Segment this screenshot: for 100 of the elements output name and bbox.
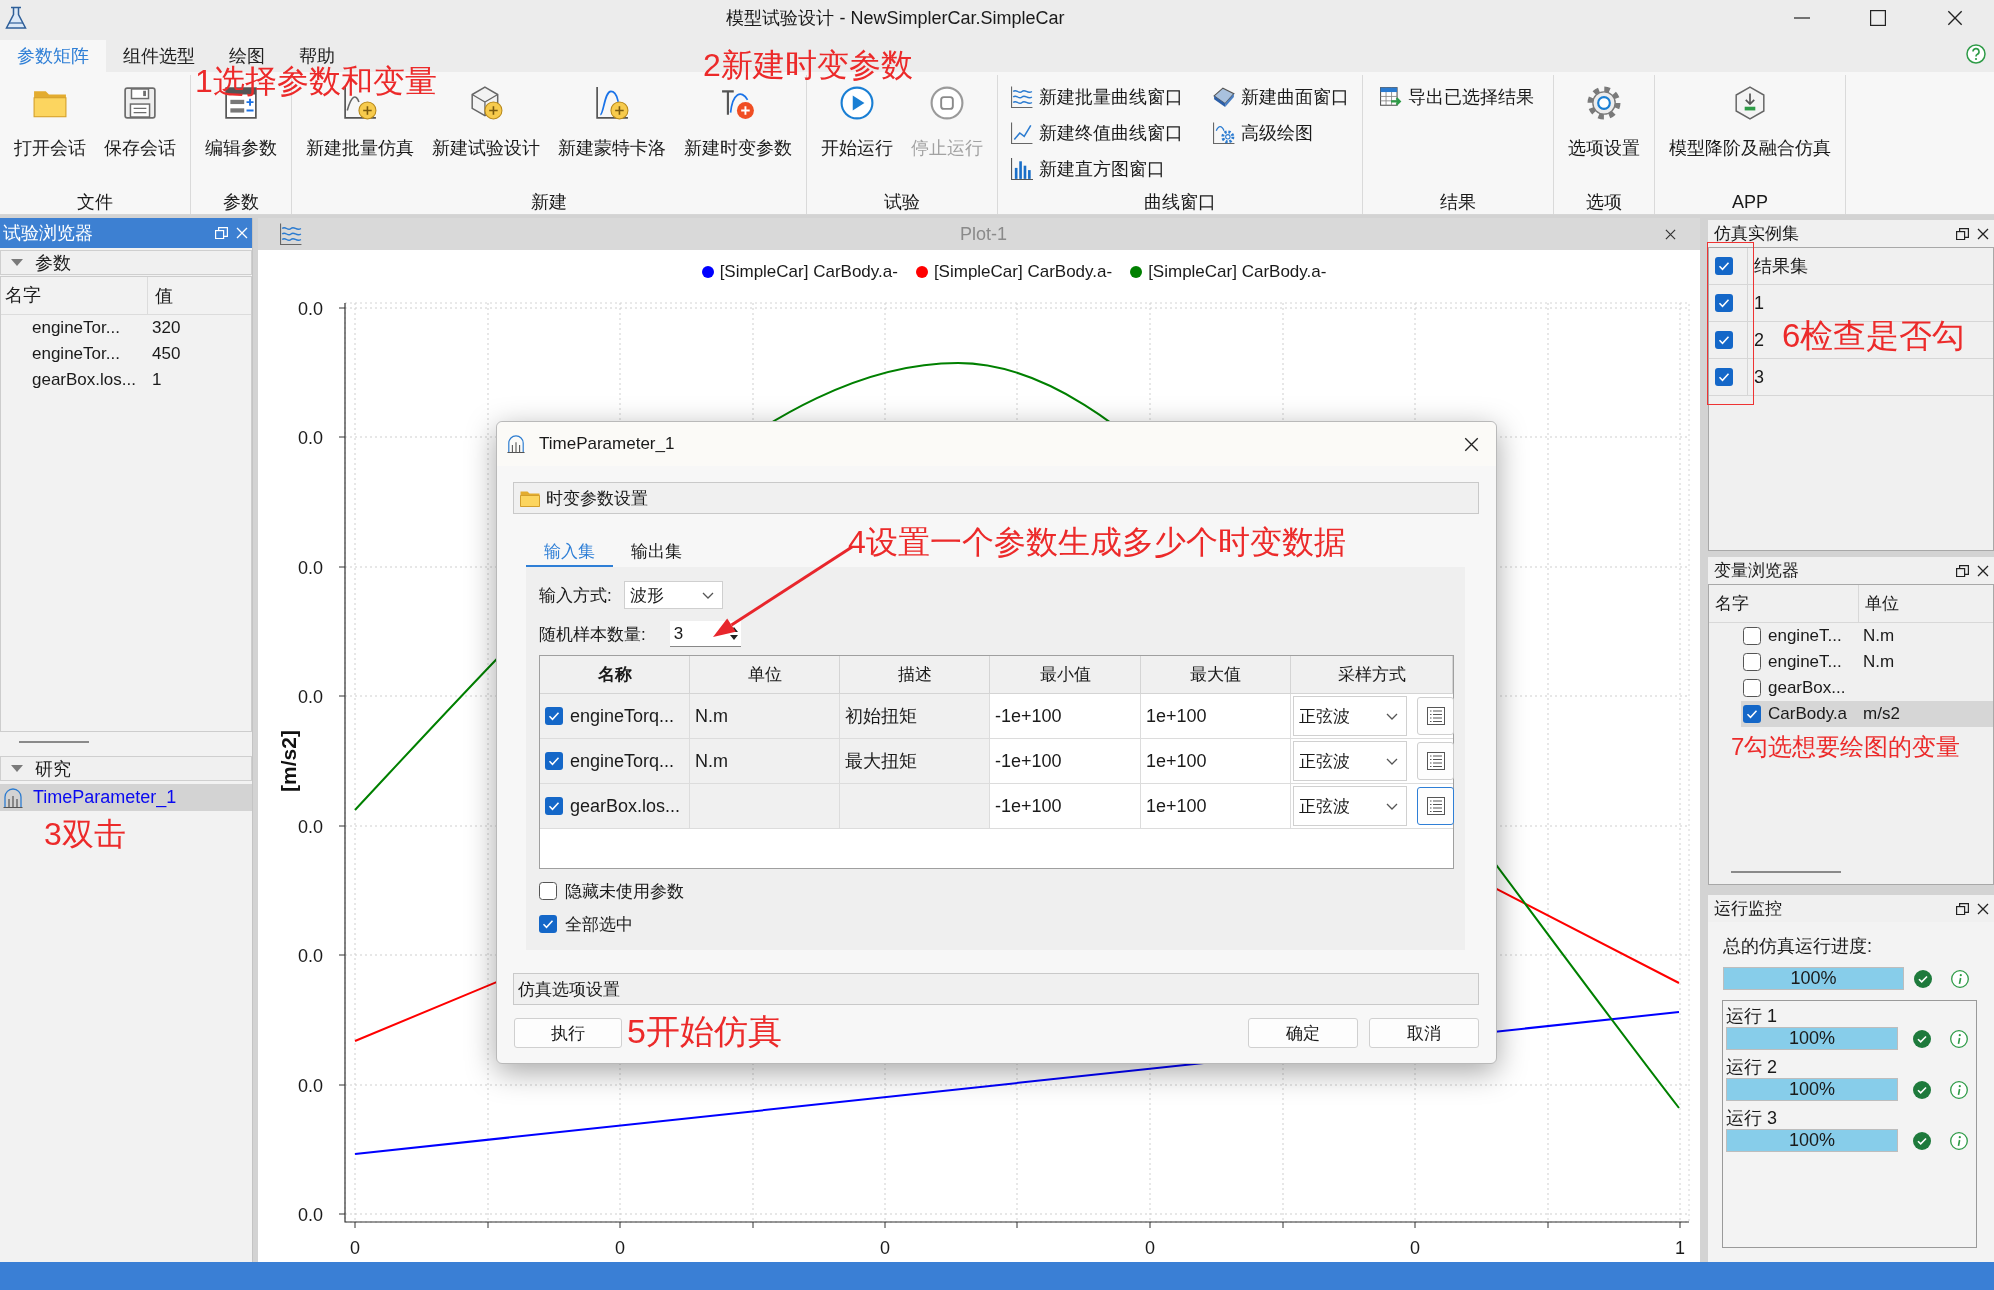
scrollbar-handle[interactable] [1731, 871, 1841, 873]
list-icon [1426, 752, 1445, 770]
ribbon-button[interactable]: 新建曲面窗口 [1213, 79, 1349, 115]
cancel-button[interactable]: 取消 [1369, 1018, 1479, 1048]
chevron-icon [701, 591, 714, 599]
table-cell: 初始扭矩 [840, 694, 990, 738]
caret-icon[interactable] [11, 765, 23, 772]
column-header: 最小值 [990, 656, 1141, 693]
sampling-dropdown[interactable]: 正弦波 [1293, 741, 1407, 781]
close-icon[interactable] [1464, 436, 1479, 452]
checkbox[interactable] [1743, 653, 1761, 671]
chevron-icon [1386, 757, 1398, 765]
checkbox[interactable] [1715, 257, 1733, 275]
arch-bars-icon [3, 787, 23, 808]
close-icon[interactable] [1977, 564, 1989, 577]
axis-tick-label: 0.0 [298, 558, 324, 578]
ribbon-button[interactable]: 新建蒙特卡洛 [549, 86, 675, 190]
dialog-title: TimeParameter_1 [539, 434, 675, 454]
column-header: 单位 [1864, 593, 1899, 615]
ribbon-button[interactable]: 模型降阶及融合仿真 [1660, 86, 1840, 190]
stop-icon [930, 86, 964, 120]
table-cell-text: engineTor... [31, 318, 121, 338]
checkbox[interactable] [1743, 705, 1761, 723]
close-icon[interactable] [1977, 227, 1989, 240]
ribbon-button[interactable]: 高级绘图 [1213, 115, 1349, 151]
execute-button[interactable]: 执行 [514, 1018, 622, 1048]
close-icon[interactable] [1665, 228, 1676, 240]
info-icon[interactable] [1950, 1080, 1968, 1099]
caret-icon[interactable] [11, 259, 23, 266]
sampling-dropdown[interactable]: 正弦波 [1293, 696, 1407, 736]
checkbox[interactable] [545, 752, 563, 770]
input-mode-dropdown[interactable]: 波形 [623, 581, 723, 609]
scrollbar-handle[interactable] [19, 741, 89, 743]
help-icon[interactable] [1966, 44, 1986, 64]
restore-icon[interactable] [1956, 227, 1969, 240]
annotation-note: 5开始仿真 [627, 1013, 782, 1051]
checkbox[interactable] [539, 882, 557, 900]
checkbox[interactable] [1715, 294, 1733, 312]
table-row[interactable]: engineT... N.m [1741, 649, 1993, 675]
plot-title: Plot-1 [960, 223, 1007, 245]
ribbon-button[interactable]: 打开会话 [5, 86, 95, 190]
hexagon-download-icon [1733, 86, 1767, 120]
ribbon-button[interactable]: 新建时变参数 [675, 86, 801, 190]
panel-title: 变量浏览器 [1714, 560, 1799, 582]
ribbon-button[interactable]: 开始运行 [812, 86, 902, 190]
ribbon-button[interactable]: 保存会话 [95, 86, 185, 190]
column-header: 值 [154, 284, 173, 308]
section-title: 仿真选项设置 [518, 978, 620, 1001]
progress-label: 总的仿真运行进度: [1723, 935, 1873, 957]
info-icon[interactable] [1950, 1029, 1968, 1048]
table-row[interactable]: CarBody.a m/s2 [1741, 701, 1993, 727]
table-cell-text: engineT... [1768, 626, 1843, 646]
table-row[interactable]: engineT... N.m [1741, 623, 1993, 649]
info-icon[interactable] [1951, 969, 1969, 988]
checkbox-label: 隐藏未使用参数 [565, 880, 684, 903]
ribbon-tab[interactable]: 参数矩阵 [0, 40, 106, 72]
annotation-note: 3双击 [44, 817, 126, 853]
panel-title: 试验浏览器 [3, 222, 93, 245]
checkbox[interactable] [545, 797, 563, 815]
spinner-arrows-icon[interactable] [728, 626, 739, 641]
close-icon[interactable] [1977, 902, 1989, 915]
table-export-icon [1380, 86, 1402, 108]
checkbox[interactable] [1715, 368, 1733, 386]
group-label: 曲线窗口 [1143, 191, 1217, 214]
annotation-note: 4设置一个参数生成多少个时变数据 [848, 525, 1346, 561]
parameter-name: engineTorq... [570, 705, 675, 727]
ok-button[interactable]: 确定 [1248, 1018, 1358, 1048]
list-button[interactable] [1417, 787, 1454, 825]
group-label: 参数 [222, 191, 260, 214]
ribbon-button[interactable]: 新建终值曲线窗口 [1011, 115, 1183, 151]
checkbox[interactable] [539, 915, 557, 933]
ribbon-button[interactable]: 新建直方图窗口 [1011, 151, 1183, 187]
legend-label: [SimpleCar] CarBody.a- [1148, 262, 1327, 282]
restore-icon[interactable] [1956, 902, 1969, 915]
tree-item[interactable]: TimeParameter_1 [0, 784, 252, 811]
list-icon [1426, 797, 1445, 815]
restore-icon[interactable] [1956, 564, 1969, 577]
info-icon[interactable] [1950, 1131, 1968, 1150]
table-cell-text: 2 [1753, 328, 1764, 352]
field-label: 输入方式: [539, 584, 612, 607]
checkbox[interactable] [1743, 679, 1761, 697]
table-row[interactable]: gearBox... [1741, 675, 1993, 701]
checkbox[interactable] [1743, 627, 1761, 645]
sampling-dropdown[interactable]: 正弦波 [1293, 786, 1407, 826]
checkbox[interactable] [1715, 331, 1733, 349]
ribbon-button[interactable]: 新建批量曲线窗口 [1011, 79, 1183, 115]
surface-icon [1213, 86, 1235, 108]
close-icon[interactable] [1947, 10, 1963, 26]
table-cell: N.m [1863, 652, 1895, 672]
bar-chart-icon [1011, 158, 1033, 180]
checkbox[interactable] [545, 707, 563, 725]
ribbon-button[interactable]: 导出已选择结果 [1380, 79, 1534, 115]
bell-curve-plus-icon [595, 86, 629, 120]
axis-tick-label: 0 [1145, 1238, 1155, 1258]
progress-reading: 100% [1789, 968, 1838, 989]
tab[interactable]: 输出集 [613, 539, 700, 567]
group-label: 试验 [883, 191, 921, 214]
axis-tick-label: 0.0 [298, 300, 324, 319]
ribbon-button[interactable]: 选项设置 [1559, 86, 1649, 190]
maximize-icon[interactable] [1870, 10, 1886, 26]
